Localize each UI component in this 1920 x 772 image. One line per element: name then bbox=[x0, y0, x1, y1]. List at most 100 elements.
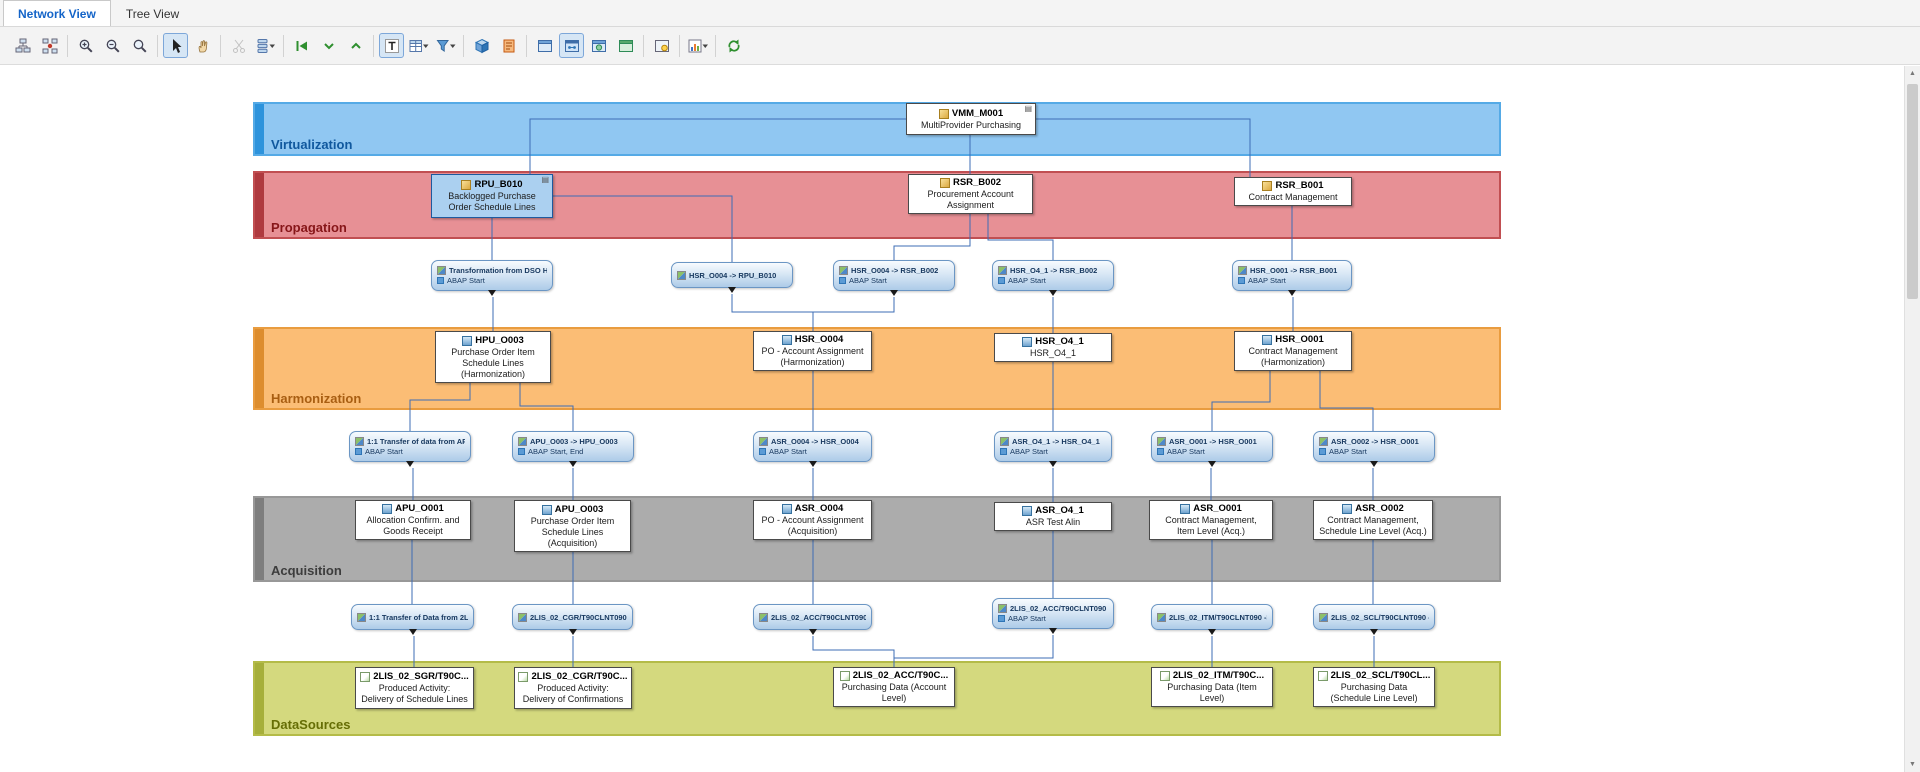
select-cursor-icon[interactable] bbox=[163, 33, 188, 58]
node-VMM_M001[interactable]: VMM_M001▤MultiProvider Purchasing bbox=[906, 103, 1036, 135]
node-description-line: ASR Test Alin bbox=[1026, 517, 1080, 528]
transformation-title: APU_O003 -> HPU_O003 bbox=[518, 437, 628, 446]
node-title-text: 2LIS_02_ITM/T90C... bbox=[1173, 670, 1264, 682]
view-green-icon[interactable] bbox=[613, 33, 638, 58]
transformation-node[interactable]: APU_O003 -> HPU_O003ABAP Start, End bbox=[512, 431, 634, 462]
node-title-text: HSR_O001 bbox=[1275, 334, 1324, 346]
transformation-subtitle: ABAP Start bbox=[1000, 447, 1106, 456]
lane-label: DataSources bbox=[271, 717, 350, 732]
node-HSR_O001[interactable]: HSR_O001Contract Management(Harmonizatio… bbox=[1234, 331, 1352, 371]
toolbar-group bbox=[649, 33, 674, 58]
transformation-node[interactable]: 2LIS_02_CGR/T90CLNT090 ->... bbox=[512, 604, 633, 630]
cut-icon bbox=[226, 33, 251, 58]
scroll-up-icon[interactable]: ▲ bbox=[1905, 66, 1920, 81]
node-description-line: Purchase Order Item bbox=[531, 516, 615, 527]
tab-network-view[interactable]: Network View bbox=[3, 0, 111, 26]
transformation-node[interactable]: Transformation from DSO HP...ABAP Start bbox=[431, 260, 553, 291]
view-network-icon[interactable] bbox=[559, 33, 584, 58]
add-shape-dropdown-icon[interactable] bbox=[253, 33, 278, 58]
node-description-line: Schedule Lines bbox=[462, 358, 524, 369]
zoom-out-icon[interactable] bbox=[100, 33, 125, 58]
text-tool-icon[interactable] bbox=[379, 33, 404, 58]
transformation-subtitle-text: ABAP Start bbox=[1329, 447, 1367, 456]
dataflow-canvas[interactable]: VirtualizationPropagationHarmonizationAc… bbox=[0, 0, 1920, 772]
transformation-node[interactable]: ASR_O001 -> HSR_O001ABAP Start bbox=[1151, 431, 1273, 462]
transformation-title: ASR_O001 -> HSR_O001 bbox=[1157, 437, 1267, 446]
collapse-all-icon[interactable] bbox=[316, 33, 341, 58]
node-HPU_O003[interactable]: HPU_O003Purchase Order ItemSchedule Line… bbox=[435, 331, 551, 383]
node-description-line: Schedule Line Level (Acq.) bbox=[1319, 526, 1427, 537]
transformation-subtitle: ABAP Start bbox=[839, 276, 949, 285]
node-description-line: Schedule Lines bbox=[542, 527, 604, 538]
pan-hand-icon[interactable] bbox=[190, 33, 215, 58]
refresh-icon[interactable] bbox=[721, 33, 746, 58]
transformation-node[interactable]: HSR_O004 -> RPU_B010 bbox=[671, 262, 793, 288]
node-ASR_O004[interactable]: ASR_O004PO - Account Assignment(Acquisit… bbox=[753, 500, 872, 540]
node-RSR_B001[interactable]: RSR_B001Contract Management bbox=[1234, 177, 1352, 206]
transformation-subtitle-text: ABAP Start bbox=[1248, 276, 1286, 285]
note-page-icon[interactable] bbox=[496, 33, 521, 58]
transformation-title-text: 2LIS_02_ITM/T90CLNT090 ->... bbox=[1169, 613, 1267, 622]
node-APU_O003[interactable]: APU_O003Purchase Order ItemSchedule Line… bbox=[514, 500, 631, 552]
node-description-line: Goods Receipt bbox=[383, 526, 443, 537]
transformation-node[interactable]: HSR_O004 -> RSR_B002ABAP Start bbox=[833, 260, 955, 291]
node-description-line: Purchasing Data bbox=[1341, 682, 1408, 693]
nav-first-icon[interactable] bbox=[289, 33, 314, 58]
toolbar-separator bbox=[526, 35, 527, 57]
zoom-in-icon[interactable] bbox=[73, 33, 98, 58]
adso-blue-icon bbox=[1262, 335, 1272, 345]
vertical-scrollbar[interactable]: ▲ ▼ bbox=[1904, 66, 1920, 772]
pin-layout-icon[interactable] bbox=[37, 33, 62, 58]
transformation-node[interactable]: HSR_O001 -> RSR_B001ABAP Start bbox=[1232, 260, 1352, 291]
transformation-node[interactable]: 2LIS_02_ACC/T90CLNT090 ->...ABAP Start bbox=[992, 598, 1114, 629]
toolbar-group bbox=[721, 33, 746, 58]
auto-layout-icon[interactable] bbox=[10, 33, 35, 58]
toolbar-separator bbox=[679, 35, 680, 57]
table-dropdown-icon[interactable] bbox=[406, 33, 431, 58]
transformation-node[interactable]: 1:1 Transfer of data from APU...ABAP Sta… bbox=[349, 431, 471, 462]
node-ASR_O001[interactable]: ASR_O001Contract Management,Item Level (… bbox=[1149, 500, 1273, 540]
view-window-icon[interactable] bbox=[532, 33, 557, 58]
node-RSR_B002[interactable]: RSR_B002Procurement AccountAssignment bbox=[908, 174, 1033, 214]
node-ASR_O002[interactable]: ASR_O002Contract Management,Schedule Lin… bbox=[1313, 500, 1433, 540]
node-title: 2LIS_02_SCL/T90CL... bbox=[1318, 670, 1431, 682]
node-DS_SGR[interactable]: 2LIS_02_SGR/T90C...Produced Activity:Del… bbox=[355, 667, 474, 709]
scroll-down-icon[interactable]: ▼ bbox=[1905, 757, 1920, 772]
transformation-node[interactable]: 1:1 Transfer of Data from 2LIS... bbox=[351, 604, 474, 630]
transformation-title: 2LIS_02_SCL/T90CLNT090 ->... bbox=[1319, 613, 1429, 622]
datasource-icon bbox=[1318, 671, 1328, 681]
transformation-node[interactable]: ASR_O002 -> HSR_O001ABAP Start bbox=[1313, 431, 1435, 462]
transformation-node[interactable]: ASR_O4_1 -> HSR_O4_1ABAP Start bbox=[994, 431, 1112, 462]
node-description-line: Contract Management bbox=[1248, 346, 1337, 357]
node-APU_O001[interactable]: APU_O001Allocation Confirm. andGoods Rec… bbox=[355, 500, 471, 540]
transformation-subtitle-text: ABAP Start bbox=[1010, 447, 1048, 456]
node-ASR_O4_1[interactable]: ASR_O4_1ASR Test Alin bbox=[994, 502, 1112, 531]
node-RPU_B010[interactable]: RPU_B010▤Backlogged PurchaseOrder Schedu… bbox=[431, 174, 553, 218]
transformation-node[interactable]: 2LIS_02_ACC/T90CLNT090 ->... bbox=[753, 604, 872, 630]
zoom-select-icon[interactable] bbox=[127, 33, 152, 58]
transformation-node[interactable]: 2LIS_02_SCL/T90CLNT090 ->... bbox=[1313, 604, 1435, 630]
toolbar-group bbox=[73, 33, 152, 58]
key-figure-icon[interactable] bbox=[649, 33, 674, 58]
tab-label: Network View bbox=[18, 7, 96, 21]
node-DS_ACC[interactable]: 2LIS_02_ACC/T90C...Purchasing Data (Acco… bbox=[833, 667, 955, 707]
node-DS_SCL[interactable]: 2LIS_02_SCL/T90CL...Purchasing Data(Sche… bbox=[1313, 667, 1435, 707]
node-description-line: Delivery of Confirmations bbox=[523, 694, 624, 705]
filter-dropdown-icon[interactable] bbox=[433, 33, 458, 58]
node-description-line: Level) bbox=[882, 693, 907, 704]
chart-dropdown-icon[interactable] bbox=[685, 33, 710, 58]
node-HSR_O004[interactable]: HSR_O004PO - Account Assignment(Harmoniz… bbox=[753, 331, 872, 371]
expand-all-icon[interactable] bbox=[343, 33, 368, 58]
transformation-title: 2LIS_02_ITM/T90CLNT090 ->... bbox=[1157, 613, 1267, 622]
transformation-node[interactable]: ASR_O004 -> HSR_O004ABAP Start bbox=[753, 431, 872, 462]
node-DS_ITM[interactable]: 2LIS_02_ITM/T90C...Purchasing Data (Item… bbox=[1151, 667, 1273, 707]
tab-tree-view[interactable]: Tree View bbox=[111, 0, 194, 26]
toolbar-separator bbox=[373, 35, 374, 57]
node-DS_CGR[interactable]: 2LIS_02_CGR/T90C...Produced Activity:Del… bbox=[514, 667, 632, 709]
scrollbar-thumb[interactable] bbox=[1907, 84, 1918, 299]
transformation-node[interactable]: HSR_O4_1 -> RSR_B002ABAP Start bbox=[992, 260, 1114, 291]
infocube-icon[interactable] bbox=[469, 33, 494, 58]
transformation-node[interactable]: 2LIS_02_ITM/T90CLNT090 ->... bbox=[1151, 604, 1273, 630]
node-HSR_O4_1[interactable]: HSR_O4_1HSR_O4_1 bbox=[994, 333, 1112, 362]
view-globe-icon[interactable] bbox=[586, 33, 611, 58]
